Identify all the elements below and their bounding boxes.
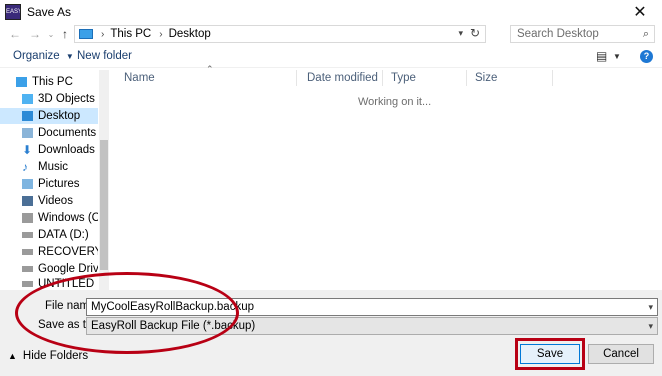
search-placeholder: Search Desktop — [517, 28, 599, 40]
sidebar-item-videos[interactable]: Videos — [0, 193, 98, 209]
breadcrumb-this-pc[interactable]: This PC — [110, 28, 151, 40]
view-options-icon[interactable]: ▤ — [596, 49, 607, 63]
app-icon: EASY — [5, 4, 21, 20]
search-icon: ⌕ — [642, 28, 649, 40]
highlight-ellipse — [15, 272, 239, 354]
window-title: Save As — [27, 5, 72, 19]
drive-icon — [22, 281, 33, 287]
search-input[interactable]: Search Desktop ⌕ — [510, 25, 655, 43]
chevron-right-icon[interactable]: › — [101, 29, 104, 40]
nav-pane-scrollbar[interactable] — [99, 70, 109, 290]
sort-arrow-icon: ⌃ — [206, 64, 214, 74]
sidebar-item-desktop[interactable]: Desktop — [0, 108, 98, 124]
up-arrow-icon[interactable]: ↑ — [58, 26, 72, 42]
pictures-icon — [22, 179, 33, 189]
desktop-icon — [22, 111, 33, 121]
column-divider[interactable] — [552, 70, 553, 86]
loading-status: Working on it... — [358, 96, 432, 108]
sidebar-item-downloads[interactable]: ⬇ Downloads — [0, 142, 98, 158]
cube-icon — [22, 94, 33, 104]
column-header-size[interactable]: Size — [475, 72, 497, 84]
sidebar-item-label: 3D Objects — [38, 93, 95, 105]
column-divider[interactable] — [466, 70, 467, 86]
view-dropdown-icon[interactable]: ▼ — [613, 52, 621, 61]
sidebar-item-music[interactable]: ♪ Music — [0, 159, 98, 175]
sidebar-item-recovery-e[interactable]: RECOVERY (E:) — [0, 244, 98, 260]
breadcrumb-desktop[interactable]: Desktop — [169, 28, 211, 40]
address-dropdown-icon[interactable]: ▾ — [458, 28, 463, 39]
command-bar: Organize ▼ New folder ▤ ▼ ? — [0, 46, 662, 68]
new-folder-button[interactable]: New folder — [77, 50, 132, 62]
sidebar-item-label: Documents — [38, 127, 97, 139]
chevron-down-icon[interactable]: ▾ — [648, 299, 653, 315]
organize-label: Organize — [13, 50, 60, 62]
chevron-right-icon[interactable]: › — [159, 29, 162, 40]
organize-button[interactable]: Organize ▼ — [13, 50, 74, 62]
close-icon[interactable]: ✕ — [618, 0, 662, 24]
help-icon[interactable]: ? — [640, 50, 653, 63]
drive-icon — [22, 232, 33, 238]
column-header-type[interactable]: Type — [391, 72, 416, 84]
sidebar-item-label: This PC — [32, 76, 73, 88]
sidebar-item-windows-c[interactable]: Windows (C:) — [0, 210, 98, 226]
file-list[interactable]: ⌃ Name Date modified Type Size Working o… — [110, 64, 662, 290]
drive-icon — [22, 249, 33, 255]
sidebar-item-label: Videos — [38, 195, 73, 207]
refresh-icon[interactable]: ↻ — [470, 26, 480, 40]
highlight-box — [515, 338, 585, 370]
address-bar[interactable]: › This PC › Desktop ▾ ↻ — [74, 25, 486, 43]
chevron-down-icon[interactable]: ▾ — [648, 318, 653, 334]
chevron-up-icon: ▲ — [8, 351, 17, 361]
pc-icon — [16, 77, 27, 87]
sidebar-item-label: Google Drive File — [38, 263, 98, 275]
navigation-pane: This PC 3D Objects Desktop Documents ⬇ D… — [0, 70, 110, 290]
music-icon: ♪ — [22, 160, 28, 174]
cancel-button[interactable]: Cancel — [588, 344, 654, 364]
download-icon: ⬇ — [22, 143, 33, 157]
column-header-name[interactable]: Name — [124, 72, 155, 84]
navigation-bar: ← → ⌄ ↑ › This PC › Desktop ▾ ↻ Search D… — [0, 24, 662, 44]
documents-icon — [22, 128, 33, 138]
hide-folders-button[interactable]: ▲ Hide Folders — [8, 350, 88, 362]
hide-folders-label: Hide Folders — [22, 350, 89, 362]
chevron-down-icon: ▼ — [65, 52, 74, 61]
sidebar-item-this-pc[interactable]: This PC — [0, 74, 98, 90]
column-header-date-modified[interactable]: Date modified — [307, 72, 378, 84]
sidebar-item-label: Downloads — [38, 144, 95, 156]
sidebar-item-3d-objects[interactable]: 3D Objects — [0, 91, 98, 107]
title-bar: EASY Save As ✕ — [0, 0, 662, 24]
column-divider[interactable] — [296, 70, 297, 86]
videos-icon — [22, 196, 33, 206]
drive-icon — [22, 266, 33, 272]
sidebar-item-label: Windows (C:) — [38, 212, 98, 224]
forward-arrow-icon[interactable]: → — [28, 26, 42, 42]
sidebar-item-label: DATA (D:) — [38, 229, 89, 241]
sidebar-item-data-d[interactable]: DATA (D:) — [0, 227, 98, 243]
scrollbar-thumb[interactable] — [100, 140, 108, 270]
column-divider[interactable] — [382, 70, 383, 86]
sidebar-item-label: RECOVERY (E:) — [38, 246, 98, 258]
recent-dropdown-icon[interactable]: ⌄ — [44, 26, 58, 42]
back-arrow-icon[interactable]: ← — [8, 26, 22, 42]
sidebar-item-label: Pictures — [38, 178, 80, 190]
sidebar-item-pictures[interactable]: Pictures — [0, 176, 98, 192]
sidebar-item-label: Desktop — [38, 110, 81, 122]
sidebar-item-label: Music — [38, 161, 69, 173]
drive-icon — [22, 213, 33, 223]
pc-icon — [79, 29, 93, 39]
sidebar-item-documents[interactable]: Documents — [0, 125, 98, 141]
